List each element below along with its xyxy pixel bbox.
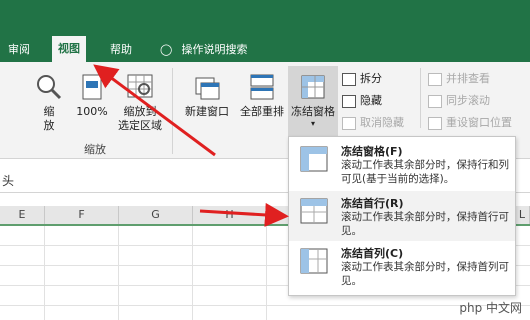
zoom-100-icon	[82, 74, 102, 100]
sync-scroll-label: 同步滚动	[446, 94, 490, 107]
freeze-panes-desc: 滚动工作表其余部分时，保持行和列可见(基于当前的选择)。	[341, 159, 509, 185]
freeze-panes-button[interactable]: 冻结窗格 ▾	[288, 66, 338, 140]
freeze-panes-title: 冻结窗格(F)	[341, 145, 403, 158]
zoom-button[interactable]: 缩 放	[30, 72, 68, 133]
split-button[interactable]: 拆分	[342, 70, 382, 88]
reset-window-icon	[428, 117, 442, 130]
side-by-side-label: 并排查看	[446, 72, 490, 85]
grid-line	[44, 226, 45, 320]
watermark: php 中文网	[459, 301, 522, 315]
reset-window-button[interactable]: 重设窗口位置	[428, 114, 512, 132]
zoom-selection-label: 缩放到 选定区域	[118, 105, 162, 132]
split-icon	[342, 73, 356, 86]
grid-line	[266, 226, 267, 320]
freeze-top-row-option[interactable]: 冻结首行(R) 滚动工作表其余部分时，保持首行可见。	[289, 191, 515, 241]
split-label: 拆分	[360, 72, 382, 85]
unhide-icon	[342, 117, 356, 130]
unhide-label: 取消隐藏	[360, 116, 404, 129]
new-window-button[interactable]: 新建窗口	[178, 72, 236, 119]
tell-me-label: 操作说明搜索	[181, 43, 248, 56]
tab-view[interactable]: 视图	[52, 36, 86, 62]
hide-label: 隐藏	[360, 94, 382, 107]
tell-me-search[interactable]: ◯ 操作说明搜索	[160, 38, 248, 62]
freeze-panes-label: 冻结窗格	[291, 105, 335, 118]
unhide-button[interactable]: 取消隐藏	[342, 114, 404, 132]
side-by-side-icon	[428, 73, 442, 86]
arrange-all-label: 全部重排	[240, 105, 284, 118]
sync-scroll-icon	[428, 95, 442, 108]
freeze-top-row-desc: 滚动工作表其余部分时，保持首行可见。	[341, 211, 509, 237]
reset-window-label: 重设窗口位置	[446, 116, 512, 129]
arrange-all-icon	[250, 74, 274, 100]
zoom-label: 缩 放	[43, 105, 55, 132]
freeze-panes-icon	[301, 75, 325, 99]
arrange-all-button[interactable]: 全部重排	[236, 72, 288, 119]
group-separator	[172, 68, 173, 154]
freeze-panes-option[interactable]: 冻结窗格(F) 滚动工作表其余部分时，保持行和列可见(基于当前的选择)。	[289, 139, 515, 189]
column-header[interactable]: E	[0, 206, 45, 224]
freeze-first-column-icon	[300, 248, 328, 274]
freeze-first-column-title: 冻结首列(C)	[341, 247, 404, 260]
zoom-100-button[interactable]: 100%	[72, 72, 112, 119]
freeze-panes-dropdown: 冻结窗格(F) 滚动工作表其余部分时，保持行和列可见(基于当前的选择)。 冻结首…	[288, 136, 516, 296]
lightbulb-icon: ◯	[160, 43, 173, 56]
hide-button[interactable]: 隐藏	[342, 92, 382, 110]
zoom-group-label: 缩放	[84, 143, 106, 156]
formula-bar-text: 头	[2, 174, 15, 188]
magnifier-icon	[37, 75, 62, 100]
freeze-first-column-desc: 滚动工作表其余部分时，保持首列可见。	[341, 261, 509, 287]
column-header[interactable]: H	[193, 206, 267, 224]
freeze-top-row-icon	[300, 198, 328, 224]
column-header[interactable]: F	[45, 206, 119, 224]
zoom-to-selection-button[interactable]: 缩放到 选定区域	[112, 72, 168, 133]
freeze-top-row-title: 冻结首行(R)	[341, 197, 404, 210]
group-separator	[420, 68, 421, 128]
chevron-down-icon: ▾	[310, 119, 315, 128]
grid-line	[192, 226, 193, 320]
new-window-icon	[195, 77, 220, 100]
grid-line	[118, 226, 119, 320]
zoom-selection-icon	[127, 74, 153, 98]
new-window-label: 新建窗口	[185, 105, 229, 118]
tab-help[interactable]: 帮助	[104, 38, 138, 62]
hide-icon	[342, 95, 356, 108]
ribbon-tab-bar: 审阅 视图 帮助 ◯ 操作说明搜索	[0, 0, 530, 62]
freeze-first-column-option[interactable]: 冻结首列(C) 滚动工作表其余部分时，保持首列可见。	[289, 241, 515, 291]
freeze-panes-icon	[300, 146, 328, 172]
sync-scroll-button[interactable]: 同步滚动	[428, 92, 490, 110]
view-side-by-side-button[interactable]: 并排查看	[428, 70, 490, 88]
column-header[interactable]: G	[119, 206, 193, 224]
tab-review[interactable]: 审阅	[2, 38, 36, 62]
zoom-100-label: 100%	[76, 105, 108, 118]
